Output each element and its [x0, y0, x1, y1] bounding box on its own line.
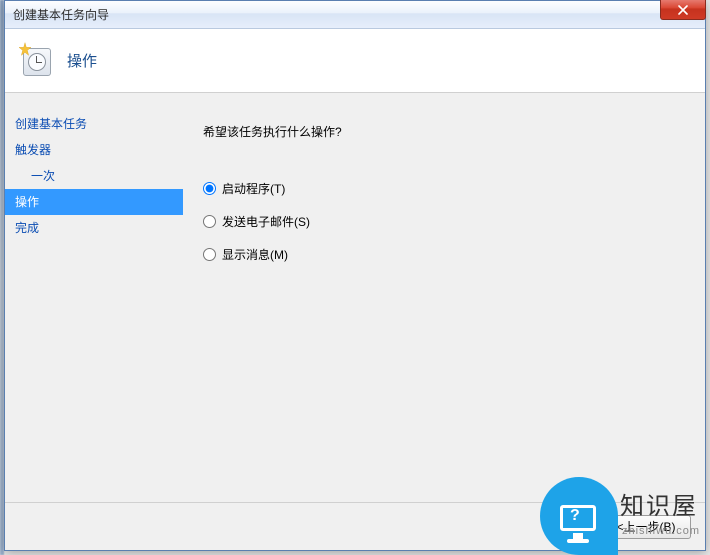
wizard-steps-sidebar: 创建基本任务 触发器 一次 操作 完成: [5, 93, 183, 502]
radio-show-message[interactable]: [203, 248, 216, 261]
back-button[interactable]: <上一步(B): [601, 515, 691, 539]
page-header: 操作: [5, 29, 705, 93]
body: 创建基本任务 触发器 一次 操作 完成 希望该任务执行什么操作? 启动程序(T)…: [5, 93, 705, 502]
action-question: 希望该任务执行什么操作?: [203, 123, 685, 140]
option-label: 启动程序(T): [222, 180, 285, 197]
step-create-basic-task[interactable]: 创建基本任务: [5, 111, 183, 137]
option-label: 发送电子邮件(S): [222, 213, 310, 230]
option-start-program[interactable]: 启动程序(T): [203, 180, 685, 197]
task-scheduler-icon: [19, 44, 53, 78]
close-icon: [678, 5, 688, 15]
window-title: 创建基本任务向导: [13, 6, 109, 23]
content-area: 操作 创建基本任务 触发器 一次 操作 完成 希望该任务执行什么操作? 启动程序…: [5, 29, 705, 550]
main-panel: 希望该任务执行什么操作? 启动程序(T) 发送电子邮件(S) 显示消息(M): [183, 93, 705, 502]
radio-start-program[interactable]: [203, 182, 216, 195]
step-action[interactable]: 操作: [5, 189, 183, 215]
page-title: 操作: [67, 50, 97, 71]
window-buttons: [660, 0, 706, 20]
step-finish[interactable]: 完成: [5, 215, 183, 241]
option-send-email[interactable]: 发送电子邮件(S): [203, 213, 685, 230]
radio-send-email[interactable]: [203, 215, 216, 228]
wizard-window: 创建基本任务向导 操作 创建基本任务: [4, 0, 706, 551]
new-star-icon: [17, 42, 33, 58]
wizard-footer: <上一步(B): [5, 502, 705, 550]
option-label: 显示消息(M): [222, 246, 288, 263]
step-trigger[interactable]: 触发器: [5, 137, 183, 163]
option-show-message[interactable]: 显示消息(M): [203, 246, 685, 263]
step-trigger-once[interactable]: 一次: [5, 163, 183, 189]
titlebar: 创建基本任务向导: [5, 1, 705, 29]
close-button[interactable]: [660, 0, 706, 20]
